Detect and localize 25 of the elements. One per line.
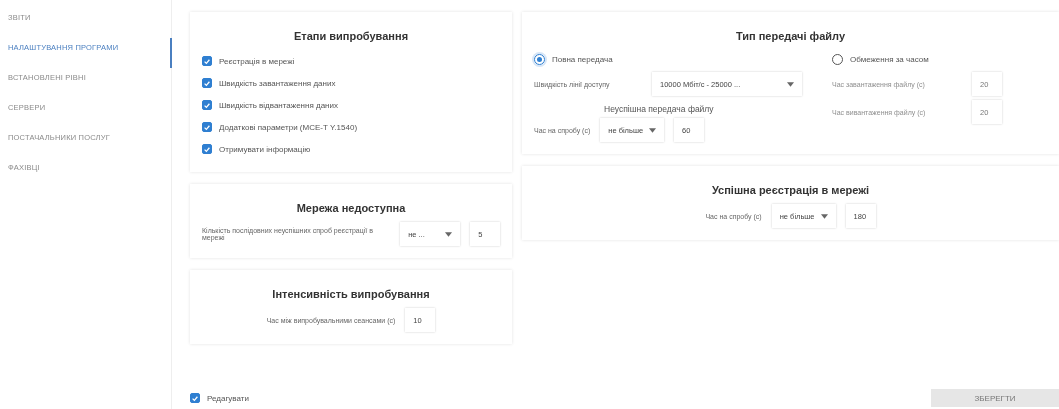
checkbox[interactable] xyxy=(202,144,212,154)
checkbox[interactable] xyxy=(202,78,212,88)
section-subtitle: Неуспішна передача файлу xyxy=(604,104,715,114)
radio-label: Обмеження за часом xyxy=(850,54,929,64)
radio-button[interactable] xyxy=(534,53,545,65)
caret-icon xyxy=(787,81,794,87)
checkbox-label: Отримувати інформацію xyxy=(219,144,311,154)
card-title: Успішна реєстрація в мережі xyxy=(710,184,871,196)
card-title: Мережа недоступна xyxy=(295,202,407,214)
radio-label: Повна передача xyxy=(552,54,613,64)
card-title: Інтенсивність випробування xyxy=(271,288,431,300)
checkbox-label: Швидкість завантаження даних xyxy=(219,78,336,88)
checkbox[interactable] xyxy=(190,393,200,403)
caret-icon xyxy=(649,127,657,133)
card-title: Етапи випробування xyxy=(292,30,410,42)
checkbox-label: Швидкість відвантаження даних xyxy=(219,100,338,110)
checkbox-label: Реєстрація в мережі xyxy=(219,56,295,66)
checkbox-label: Додаткові параметри (МСЕ-Т Y.1540) xyxy=(219,122,358,132)
card-title: Тип передачі файлу xyxy=(734,30,847,42)
checkbox[interactable] xyxy=(202,100,212,110)
caret-icon xyxy=(445,231,453,237)
checkbox[interactable] xyxy=(202,56,212,66)
checkbox[interactable] xyxy=(202,122,212,132)
caret-icon xyxy=(820,213,828,219)
checkbox-label: Редагувати xyxy=(207,393,249,403)
